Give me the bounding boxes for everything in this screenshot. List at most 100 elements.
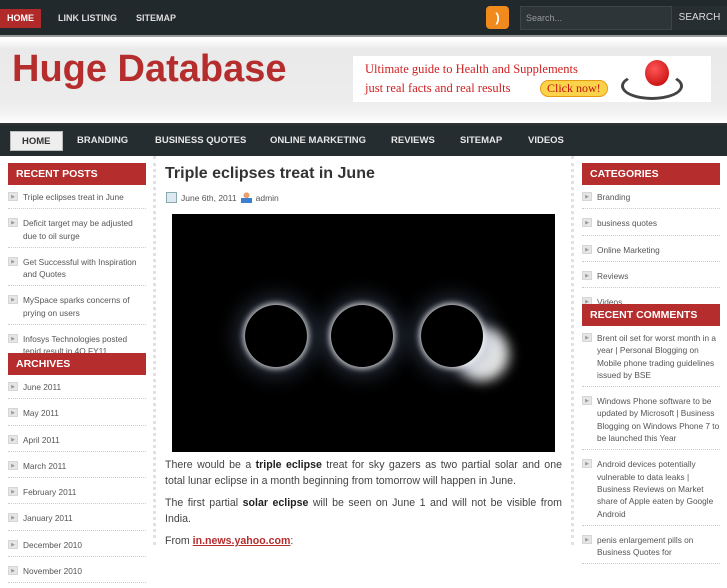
arrow-icon: ▶ [8, 539, 18, 549]
arrow-icon: ▶ [8, 460, 18, 470]
paragraph: From in.news.yahoo.com: [165, 534, 562, 550]
ad-banner[interactable]: Ultimate guide to Health and Supplements… [353, 56, 711, 102]
top-link-sitemap[interactable]: SITEMAP [129, 9, 183, 28]
comment-link[interactable]: Windows Phone software to be updated by … [597, 396, 719, 443]
category-link[interactable]: Online Marketing [597, 245, 660, 255]
categories-heading: CATEGORIES [582, 163, 720, 185]
categories-list: ▶ Branding ▶ business quotes ▶ Online Marke… [582, 188, 720, 319]
list-item[interactable]: ▶ Deficit target may be adjusted due to o… [8, 214, 146, 248]
paragraph: The first partial solar eclipse will be … [165, 496, 562, 527]
nav-online-marketing[interactable]: ONLINE MARKETING [270, 131, 366, 151]
list-item[interactable]: ▶ January 2011 [8, 509, 146, 531]
nav-business-quotes[interactable]: BUSINESS QUOTES [155, 131, 246, 151]
arrow-icon: ▶ [8, 382, 18, 391]
divider [571, 156, 574, 545]
list-item[interactable]: ▶ Brent oil set for worst month in a year… [582, 329, 720, 388]
comment-link[interactable]: Brent oil set for worst month in a year … [597, 333, 716, 380]
arrow-icon: ▶ [582, 218, 592, 228]
nav-home[interactable]: HOME [10, 131, 63, 151]
source-link[interactable]: in.news.yahoo.com [193, 535, 291, 547]
arrow-icon: ▶ [582, 534, 592, 544]
rss-icon[interactable]: ) [486, 6, 509, 29]
archive-link[interactable]: November 2010 [23, 566, 82, 576]
calendar-icon [166, 192, 177, 204]
comment-link[interactable]: penis enlargement pills on Business Quot… [597, 535, 693, 557]
category-link[interactable]: business quotes [597, 218, 657, 228]
archives-heading: ARCHIVES [8, 353, 146, 375]
list-item[interactable]: ▶ February 2011 [8, 483, 146, 505]
category-link[interactable]: Reviews [597, 271, 628, 281]
search-button[interactable]: SEARCH [672, 6, 727, 30]
list-item[interactable]: ▶ Online Marketing [582, 241, 720, 262]
post-link[interactable]: Deficit target may be adjusted due to oi… [23, 218, 133, 240]
arrow-icon: ▶ [582, 270, 592, 280]
banner-line-2: just real facts and real results [365, 81, 511, 95]
nav-videos[interactable]: VIDEOS [528, 131, 564, 151]
post-link[interactable]: Get Successful with Inspiration and Quot… [23, 257, 136, 279]
arrow-icon: ▶ [582, 459, 592, 469]
list-item[interactable]: ▶ Windows Phone software to be updated by… [582, 392, 720, 451]
recent-posts-heading: RECENT POSTS [8, 163, 146, 185]
search-input[interactable]: Search... [520, 6, 672, 30]
banner-click-button[interactable]: Click now! [540, 80, 608, 97]
arrow-icon: ▶ [582, 244, 592, 254]
list-item[interactable]: ▶ March 2011 [8, 457, 146, 479]
arrow-icon: ▶ [8, 295, 18, 305]
list-item[interactable]: ▶ June 2011 [8, 378, 146, 400]
list-item[interactable]: ▶ Triple eclipses treat in June [8, 188, 146, 210]
category-link[interactable]: Branding [597, 192, 630, 202]
post-body: There would be a triple eclipse treat fo… [165, 458, 562, 557]
apple-icon [645, 60, 669, 86]
archive-link[interactable]: February 2011 [23, 487, 76, 497]
list-item[interactable]: ▶ December 2010 [8, 536, 146, 558]
list-item[interactable]: ▶ Get Successful with Inspiration and Quo… [8, 253, 146, 287]
archive-link[interactable]: May 2011 [23, 408, 59, 418]
list-item[interactable]: ▶ Branding [582, 188, 720, 210]
text: : [290, 535, 294, 547]
top-link-home[interactable]: HOME [0, 9, 41, 28]
recent-posts-list: ▶ Triple eclipses treat in June ▶ Deficit … [8, 188, 146, 369]
nav-sitemap[interactable]: SITEMAP [460, 131, 502, 151]
site-logo[interactable]: Huge Database [12, 48, 287, 91]
main-nav: HOME BRANDING BUSINESS QUOTES ONLINE MAR… [0, 123, 727, 156]
paragraph: There would be a triple eclipse treat fo… [165, 458, 562, 489]
post-date: June 6th, 2011 [181, 192, 237, 203]
archive-link[interactable]: June 2011 [23, 382, 61, 392]
bold-text: triple eclipse [255, 459, 322, 471]
arrow-icon: ▶ [8, 256, 18, 266]
divider [153, 156, 156, 545]
user-icon [240, 192, 252, 204]
post-title[interactable]: Triple eclipses treat in June [165, 165, 375, 183]
recent-comments-list: ▶ Brent oil set for worst month in a year… [582, 329, 720, 569]
banner-line-1: Ultimate guide to Health and Supplements [365, 62, 578, 76]
arrow-icon: ▶ [582, 333, 592, 342]
list-item[interactable]: ▶ May 2011 [8, 404, 146, 426]
bold-text: solar eclipse [242, 497, 309, 509]
archive-link[interactable]: March 2011 [23, 461, 66, 471]
arrow-icon: ▶ [8, 434, 18, 444]
list-item[interactable]: ▶ April 2011 [8, 431, 146, 452]
eclipse-2 [331, 305, 393, 367]
top-link-link-listing[interactable]: LINK LISTING [51, 9, 124, 28]
eclipse-3 [421, 305, 483, 367]
list-item[interactable]: ▶ November 2010 [8, 562, 146, 584]
post-author[interactable]: admin [256, 193, 279, 203]
archive-link[interactable]: January 2011 [23, 513, 73, 523]
nav-branding[interactable]: BRANDING [77, 131, 128, 151]
archives-list: ▶ June 2011 ▶ May 2011 ▶ April 2011 ▶ March … [8, 378, 146, 588]
list-item[interactable]: ▶ penis enlargement pills on Business Quo… [582, 531, 720, 565]
post-link[interactable]: MySpace sparks concerns of prying on use… [23, 295, 130, 317]
nav-reviews[interactable]: REVIEWS [391, 131, 435, 151]
list-item[interactable]: ▶ business quotes [582, 214, 720, 236]
list-item[interactable]: ▶ MySpace sparks concerns of prying on us… [8, 291, 146, 326]
arrow-icon: ▶ [8, 487, 18, 497]
comment-link[interactable]: Android devices potentially vulnerable t… [597, 459, 713, 518]
archive-link[interactable]: April 2011 [23, 435, 60, 445]
eclipse-image [172, 214, 555, 452]
text: From [165, 535, 193, 547]
arrow-icon: ▶ [582, 396, 592, 406]
list-item[interactable]: ▶ Reviews [582, 267, 720, 289]
post-link[interactable]: Triple eclipses treat in June [23, 192, 124, 202]
text: There would be a [165, 459, 256, 471]
list-item[interactable]: ▶ Android devices potentially vulnerable … [582, 455, 720, 526]
